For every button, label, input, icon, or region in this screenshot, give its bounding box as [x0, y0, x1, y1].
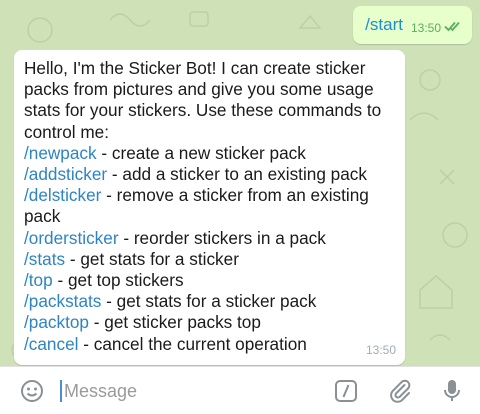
text-caret	[60, 380, 62, 402]
command-item: /ordersticker - reorder stickers in a pa…	[24, 228, 397, 249]
double-check-icon	[444, 20, 462, 35]
command-item: /addsticker - add a sticker to an existi…	[24, 164, 397, 185]
microphone-icon[interactable]	[442, 379, 462, 408]
emoji-icon[interactable]	[20, 379, 44, 408]
command-description: - get stats for a sticker	[65, 248, 239, 269]
command-item: /stats - get stats for a sticker	[24, 249, 397, 270]
command-description: - get sticker packs top	[88, 312, 261, 333]
attach-icon[interactable]	[388, 379, 412, 408]
command-item: /packstats - get stats for a sticker pac…	[24, 291, 397, 312]
command-link[interactable]: /top	[24, 270, 53, 290]
bubble-tail	[21, 354, 31, 365]
command-description: - get stats for a sticker pack	[101, 291, 317, 312]
command-item: /delsticker - remove a sticker from an e…	[24, 185, 397, 227]
outgoing-message[interactable]: /start 13:50	[353, 6, 472, 44]
message-input-bar: Message	[0, 366, 480, 414]
command-link[interactable]: /cancel	[24, 334, 78, 354]
command-link[interactable]: /delsticker	[24, 185, 101, 205]
incoming-message-intro: Hello, I'm the Sticker Bot! I can create…	[24, 58, 382, 142]
outgoing-message-meta: 13:50	[411, 20, 462, 35]
bot-command-icon[interactable]	[334, 379, 358, 408]
command-description: - reorder stickers in a pack	[118, 227, 326, 248]
command-description: - add a sticker to an existing pack	[107, 164, 367, 185]
command-item: /cancel - cancel the current operation	[24, 334, 397, 355]
command-description: - cancel the current operation	[78, 333, 307, 354]
command-description: - create a new sticker pack	[96, 142, 306, 163]
incoming-message[interactable]: Hello, I'm the Sticker Bot! I can create…	[14, 50, 405, 365]
command-link[interactable]: /packtop	[24, 312, 89, 332]
command-link[interactable]: /ordersticker	[24, 228, 119, 248]
command-item: /packtop - get sticker packs top	[24, 312, 397, 333]
outgoing-message-time: 13:50	[410, 20, 441, 35]
incoming-message-time: 13:50	[365, 342, 396, 357]
command-list: /newpack - create a new sticker pack/add…	[24, 143, 397, 355]
command-item: /top - get top stickers	[24, 270, 397, 291]
command-link[interactable]: /newpack	[24, 143, 97, 163]
command-link[interactable]: /packstats	[24, 291, 101, 311]
outgoing-message-text: /start	[365, 15, 403, 34]
command-link[interactable]: /addsticker	[24, 164, 107, 184]
command-item: /newpack - create a new sticker pack	[24, 143, 397, 164]
message-input[interactable]: Message	[64, 380, 137, 402]
command-description: - get top stickers	[52, 270, 184, 291]
command-link[interactable]: /stats	[24, 249, 65, 269]
